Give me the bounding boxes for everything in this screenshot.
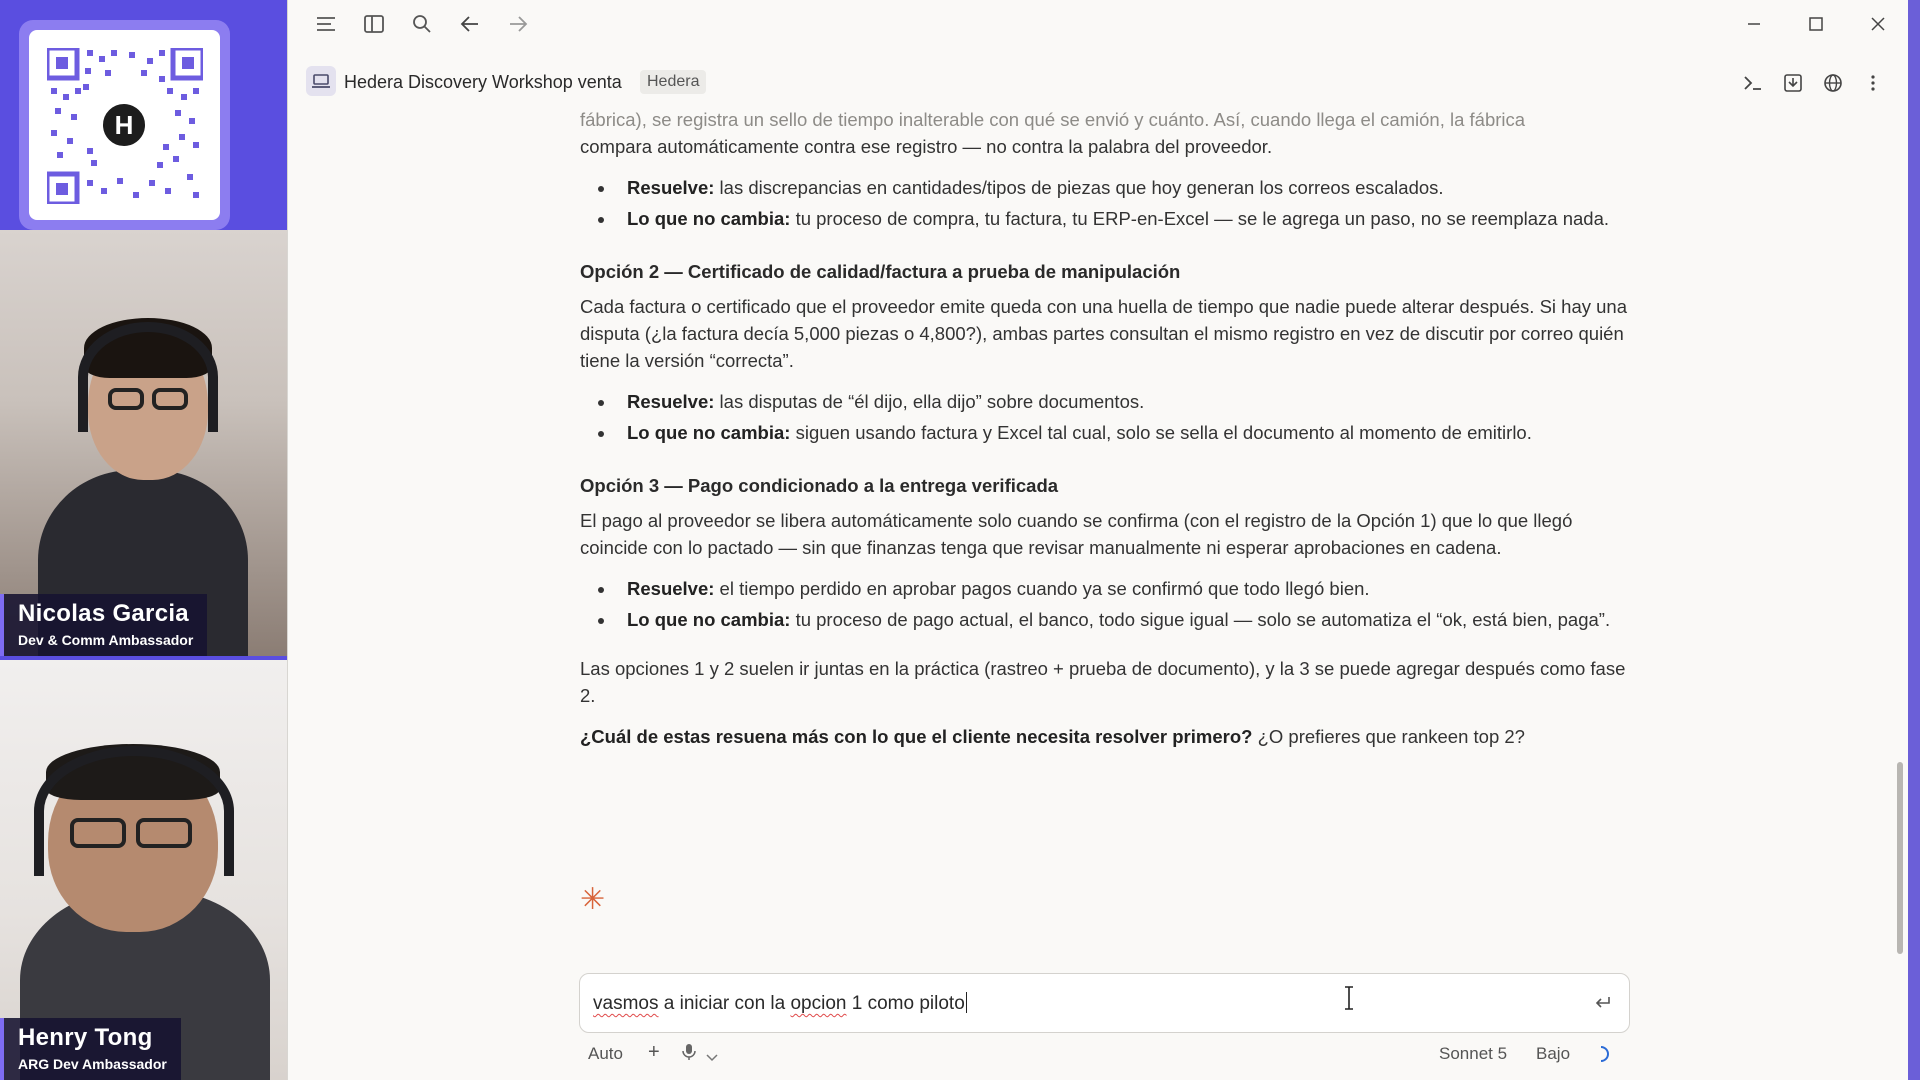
list-item: Lo que no cambia: siguen usando factura … [580,419,1630,446]
conversation-header: Hedera Discovery Workshop venta Hedera [288,62,1908,104]
minimize-icon[interactable] [1740,10,1768,38]
search-icon[interactable] [410,12,434,36]
participant-role: ARG Dev Ambassador [18,1056,167,1072]
option-2-heading: Opción 2 — Certificado de calidad/factur… [580,261,1181,282]
participant-name: Henry Tong [18,1024,153,1051]
option-3-heading: Opción 3 — Pago condicionado a la entreg… [580,475,1059,496]
option-2-bullets: Resuelve: las disputas de “él dijo, ella… [580,388,1630,446]
option-2-text: Cada factura o certificado que el provee… [580,296,1627,371]
faded-text: fábrica), se registra un sello de tiempo… [580,109,1526,130]
project-badge[interactable]: Hedera [640,70,707,94]
mode-selector[interactable]: Auto [588,1044,623,1064]
thinking-spinner-icon: ✳ [580,883,606,916]
app-window: Hedera Discovery Workshop venta Hedera f… [287,0,1908,1080]
participant-role: Dev & Comm Ambassador [18,632,194,648]
arrow-right-icon[interactable] [506,12,530,36]
maximize-icon[interactable] [1802,10,1830,38]
conversation-title[interactable]: Hedera Discovery Workshop venta [344,72,622,93]
webcam-feed-1: Nicolas Garcia Dev & Comm Ambassador [0,230,287,656]
list-item: Resuelve: las discrepancias en cantidade… [580,174,1630,201]
arrow-left-icon[interactable] [458,12,482,36]
summary-paragraph: Las opciones 1 y 2 suelen ir juntas en l… [580,658,1626,706]
question-paragraph: ¿Cuál de estas resuena más con lo que el… [580,726,1525,747]
add-attachment-button[interactable]: + [648,1041,660,1064]
more-vertical-icon[interactable] [1860,70,1886,96]
scroll-thumb[interactable] [1897,762,1903,954]
mouse-cursor-icon [1344,986,1354,1015]
enter-icon[interactable] [1591,991,1615,1015]
export-icon[interactable] [1780,70,1806,96]
input-text[interactable]: vasmos a iniciar con la opcion 1 como pi… [593,992,968,1015]
scrollbar[interactable] [1895,110,1905,970]
hedera-logo: H [99,100,149,150]
assistant-message: fábrica), se registra un sello de tiempo… [580,106,1630,764]
microphone-icon[interactable] [682,1043,696,1066]
title-bar [288,0,1908,48]
option-1-bullets: Resuelve: las discrepancias en cantidade… [580,174,1630,232]
model-selector[interactable]: Sonnet 5 [1439,1044,1507,1064]
sidebar-icon[interactable] [362,12,386,36]
loading-spinner-icon [1592,1045,1610,1068]
qr-code-card: H [19,20,230,230]
globe-icon[interactable] [1820,70,1846,96]
terminal-icon[interactable] [1740,70,1766,96]
text: compara automáticamente contra ese regis… [580,136,1273,157]
webcam-feed-2: Henry Tong ARG Dev Ambassador [0,660,287,1080]
composer-toolbar: Auto + Sonnet 5 Bajo [579,1040,1630,1070]
menu-icon[interactable] [314,12,338,36]
stream-overlay: H Nicolas Garcia Dev & Comm Ambassador H… [0,0,287,1080]
list-item: Resuelve: las disputas de “él dijo, ella… [580,388,1630,415]
option-3-bullets: Resuelve: el tiempo perdido en aprobar p… [580,575,1630,633]
effort-selector[interactable]: Bajo [1536,1044,1570,1064]
laptop-icon [306,66,336,96]
chevron-down-icon[interactable] [706,1047,718,1067]
name-tag-nicolas: Nicolas Garcia Dev & Comm Ambassador [0,594,208,656]
message-input[interactable]: vasmos a iniciar con la opcion 1 como pi… [579,973,1630,1033]
message-paragraph: fábrica), se registra un sello de tiempo… [580,106,1630,160]
option-3-text: El pago al proveedor se libera automátic… [580,510,1573,558]
close-icon[interactable] [1864,10,1892,38]
list-item: Lo que no cambia: tu proceso de compra, … [580,205,1630,232]
list-item: Resuelve: el tiempo perdido en aprobar p… [580,575,1630,602]
list-item: Lo que no cambia: tu proceso de pago act… [580,606,1630,633]
text-caret [965,992,968,1013]
name-tag-henry: Henry Tong ARG Dev Ambassador [0,1018,181,1080]
participant-name: Nicolas Garcia [18,600,189,627]
